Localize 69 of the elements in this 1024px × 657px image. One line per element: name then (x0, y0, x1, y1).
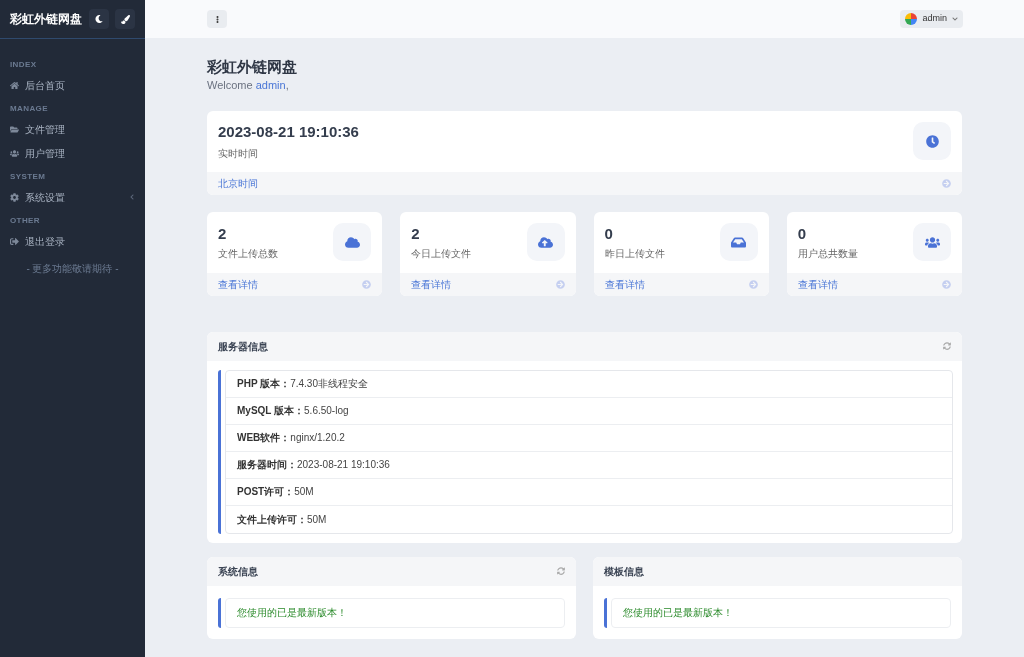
card-title: 模板信息 (604, 564, 644, 579)
chevron-icon (129, 194, 135, 200)
info-row: PHP 版本：7.4.30非线程安全 (226, 370, 952, 398)
users-icon (10, 148, 19, 158)
info-row-text: 文件上传许可：50M (236, 512, 328, 527)
arrow-icon (942, 279, 951, 289)
moon-icon (95, 15, 103, 23)
status-message: 您使用的已是最新版本！ (623, 606, 733, 620)
chevron-icon (952, 16, 958, 22)
stat-value: 2 (218, 223, 228, 244)
details-link[interactable]: 查看详情 (797, 276, 838, 292)
nav-label: 后台首页 (25, 78, 66, 93)
arrow-icon (942, 178, 951, 188)
details-link[interactable]: 查看详情 (218, 276, 258, 292)
home-icon (10, 80, 19, 90)
dark-mode-button[interactable] (89, 9, 109, 29)
menu-button[interactable] (207, 10, 227, 28)
logout-icon (10, 236, 19, 246)
stat-label: 用户总共数量 (797, 247, 858, 262)
nav-item[interactable]: 系统设置 (0, 185, 145, 209)
stat-label: 今日上传文件 (411, 247, 472, 262)
sidebar-footer: - 更多功能敬请期待 - (0, 261, 145, 276)
theme-button[interactable] (115, 9, 135, 29)
card-title: 服务器信息 (218, 339, 268, 354)
avatar-icon (905, 13, 918, 25)
arrow-icon (555, 279, 565, 289)
nav-item[interactable]: 文件管理 (0, 117, 145, 141)
refresh-icon[interactable] (943, 342, 951, 350)
refresh-icon[interactable] (557, 567, 565, 575)
welcome-text: Welcome admin, (207, 78, 290, 93)
clock-icon (925, 134, 939, 148)
stat-label: 文件上传总数 (218, 247, 278, 262)
user-menu-button[interactable]: admin (900, 10, 963, 28)
nav-item[interactable]: 退出登录 (0, 229, 145, 253)
stat-value: 0 (797, 223, 808, 244)
details-link[interactable]: 查看详情 (604, 276, 645, 292)
stat-value: 2 (411, 223, 421, 244)
arrow-icon (748, 279, 758, 289)
info-row: WEB软件：nginx/1.20.2 (226, 424, 952, 452)
nav-label: 退出登录 (25, 234, 66, 249)
cloud-upload-icon (538, 234, 553, 250)
nav-label: 文件管理 (25, 122, 66, 137)
brand-title: 彩虹外链网盘 (10, 11, 82, 28)
clock-label: 实时时间 (218, 146, 259, 161)
footer-link[interactable]: 北京时间 (218, 175, 258, 191)
nav-heading: SYSTEM (9, 171, 47, 183)
nav-heading: INDEX (9, 59, 38, 71)
folder-icon (10, 124, 19, 134)
page-title: 彩虹外链网盘 (207, 58, 298, 76)
info-row: 服务器时间：2023-08-21 19:10:36 (226, 451, 952, 479)
nav-item[interactable]: 用户管理 (0, 141, 145, 165)
arrow-icon (362, 279, 372, 289)
nav-label: 系统设置 (25, 190, 66, 205)
nav-heading: MANAGE (9, 103, 49, 115)
card-title: 系统信息 (218, 564, 258, 579)
stat-value: 0 (604, 223, 614, 244)
nav-label: 用户管理 (25, 146, 66, 161)
clock-value: 2023-08-21 19:10:36 (218, 122, 359, 143)
cloud-icon (344, 234, 360, 250)
stat-label: 昨日上传文件 (604, 247, 665, 262)
users-icon (924, 234, 940, 250)
nav-heading: OTHER (9, 215, 41, 227)
settings-icon (10, 192, 19, 202)
info-row: MySQL 版本：5.6.50-log (226, 397, 952, 425)
brush-icon (120, 14, 130, 24)
details-link[interactable]: 查看详情 (411, 276, 452, 292)
info-row: POST许可：50M (226, 478, 952, 506)
nav-item[interactable]: 后台首页 (0, 73, 145, 97)
status-message: 您使用的已是最新版本！ (237, 606, 347, 620)
